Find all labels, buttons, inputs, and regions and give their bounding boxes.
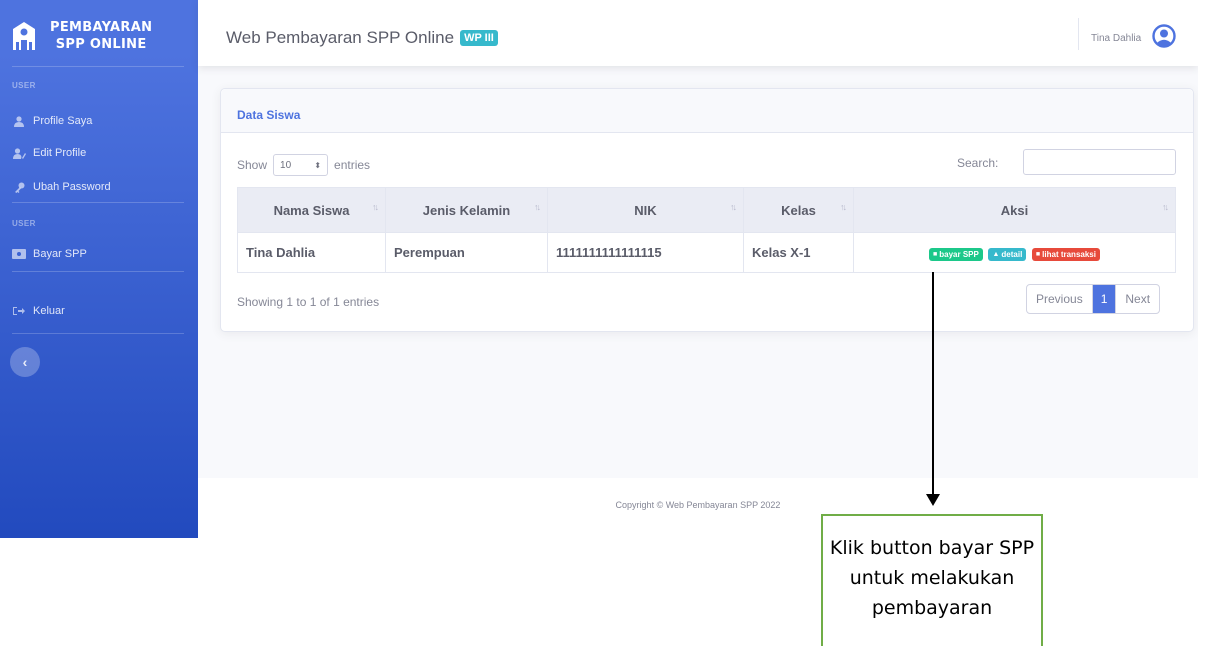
entries-label: entries <box>334 158 371 172</box>
app-screenshot: PEMBAYARAN SPP ONLINE USER Profile Saya … <box>0 0 1198 538</box>
data-siswa-card: Data Siswa Show 10 ⬍ entries Search: Nam… <box>220 88 1194 332</box>
column-header-nik[interactable]: NIK ↑↓ <box>547 187 744 233</box>
cell-kelas: Kelas X-1 <box>743 232 854 273</box>
sidebar-divider <box>12 333 184 334</box>
user-icon <box>12 115 26 127</box>
callout-line-1: Klik button bayar SPP <box>829 537 1035 559</box>
brand-line-1: PEMBAYARAN <box>50 20 153 35</box>
detail-label: detail <box>1001 250 1023 259</box>
sidebar-item-edit-profile[interactable]: Edit Profile <box>12 147 86 159</box>
card-header: Data Siswa <box>221 89 1193 133</box>
sidebar: PEMBAYARAN SPP ONLINE USER Profile Saya … <box>0 0 198 538</box>
topbar: Web Pembayaran SPP Online WP III Tina Da… <box>198 0 1198 66</box>
sidebar-divider <box>12 66 184 67</box>
page-title: Web Pembayaran SPP Online WP III <box>226 28 498 48</box>
entries-select-value: 10 <box>280 159 292 171</box>
user-icon: ■ <box>933 251 938 258</box>
sidebar-item-bayar-spp[interactable]: Bayar SPP <box>12 248 87 260</box>
sidebar-divider <box>12 271 184 272</box>
table-row: Tina Dahlia Perempuan 1111111111111115 K… <box>237 232 1176 273</box>
sign-out-icon <box>12 305 26 317</box>
sort-icon: ↑↓ <box>1162 202 1169 212</box>
app-title-text: Web Pembayaran SPP Online <box>226 28 455 47</box>
annotation-arrow-line <box>932 272 934 496</box>
sidebar-toggle-button[interactable]: ‹ <box>10 347 40 377</box>
detail-button[interactable]: ▲ detail <box>988 248 1027 261</box>
sidebar-heading-user-2: USER <box>12 219 36 228</box>
sort-icon: ↑↓ <box>730 202 737 212</box>
lihat-transaksi-label: lihat transaksi <box>1042 250 1096 259</box>
sidebar-brand[interactable]: PEMBAYARAN SPP ONLINE <box>10 14 190 58</box>
column-header-aksi[interactable]: Aksi ↑↓ <box>853 187 1176 233</box>
search-label: Search: <box>957 156 999 170</box>
brand-title: PEMBAYARAN SPP ONLINE <box>50 19 152 53</box>
money-icon <box>12 248 26 260</box>
user-name[interactable]: Tina Dahlia <box>1091 33 1141 44</box>
lihat-transaksi-button[interactable]: ■ lihat transaksi <box>1031 248 1100 261</box>
sidebar-heading-user: USER <box>12 81 36 90</box>
entries-select[interactable]: 10 ⬍ <box>273 154 329 176</box>
sidebar-item-label: Edit Profile <box>33 147 87 159</box>
brand-line-2: SPP ONLINE <box>55 37 147 52</box>
user-icon: ■ <box>1035 251 1041 258</box>
column-header-kelas[interactable]: Kelas ↑↓ <box>743 187 854 233</box>
sitemap-icon: ▲ <box>992 251 1000 258</box>
sidebar-item-ubah-password[interactable]: Ubah Password <box>12 181 111 193</box>
bayar-spp-label: bayar SPP <box>939 250 979 259</box>
pagination-next[interactable]: Next <box>1116 285 1159 313</box>
sidebar-item-label: Bayar SPP <box>33 248 87 260</box>
school-icon <box>13 22 35 50</box>
user-edit-icon <box>12 147 26 159</box>
sidebar-item-profile-saya[interactable]: Profile Saya <box>12 115 92 127</box>
topbar-divider <box>1078 18 1079 50</box>
copyright-text: Copyright © Web Pembayaran SPP 2022 <box>615 500 781 510</box>
sidebar-item-keluar[interactable]: Keluar <box>12 305 65 317</box>
footer: Copyright © Web Pembayaran SPP 2022 <box>198 478 1198 538</box>
annotation-callout: Klik button bayar SPP untuk melakukan pe… <box>821 514 1043 646</box>
sidebar-item-label: Keluar <box>33 305 65 317</box>
cell-nik: 1111111111111115 <box>547 232 744 273</box>
user-circle-icon[interactable] <box>1152 24 1176 48</box>
table-header-row: Nama Siswa ↑↓ Jenis Kelamin ↑↓ NIK ↑↓ Kelas… <box>237 187 1176 233</box>
pagination-previous[interactable]: Previous <box>1027 285 1093 313</box>
sidebar-item-label: Profile Saya <box>33 115 93 127</box>
app-badge: WP III <box>460 30 498 46</box>
show-label: Show <box>237 158 268 172</box>
cell-nama-siswa: Tina Dahlia <box>237 232 386 273</box>
sidebar-divider <box>12 202 184 203</box>
entries-length-control: Show 10 ⬍ entries <box>237 154 370 176</box>
search-input[interactable] <box>1023 149 1176 175</box>
chevron-left-icon: ‹ <box>22 354 28 370</box>
column-header-nama-siswa[interactable]: Nama Siswa ↑↓ <box>237 187 386 233</box>
column-header-jenis-kelamin[interactable]: Jenis Kelamin ↑↓ <box>385 187 548 233</box>
data-table: Nama Siswa ↑↓ Jenis Kelamin ↑↓ NIK ↑↓ Kelas… <box>237 187 1176 273</box>
sort-icon: ↑↓ <box>534 202 541 212</box>
callout-line-3: pembayaran <box>871 597 993 619</box>
cell-aksi: ■ bayar SPP ▲ detail ■ lihat transaksi <box>853 232 1176 273</box>
bayar-spp-button[interactable]: ■ bayar SPP <box>929 248 983 261</box>
pagination-page-1[interactable]: 1 <box>1092 285 1117 313</box>
table-info: Showing 1 to 1 of 1 entries <box>237 295 380 309</box>
sidebar-item-label: Ubah Password <box>33 181 111 193</box>
pagination: Previous 1 Next <box>1026 284 1161 314</box>
sort-arrows-icon: ⬍ <box>314 160 322 170</box>
key-icon <box>12 181 26 193</box>
callout-line-2: untuk melakukan <box>849 567 1015 589</box>
card-title: Data Siswa <box>237 108 301 122</box>
annotation-arrow-head <box>926 494 940 506</box>
cell-jenis-kelamin: Perempuan <box>385 232 548 273</box>
sort-icon: ↑↓ <box>840 202 847 212</box>
sort-icon: ↑↓ <box>372 202 379 212</box>
